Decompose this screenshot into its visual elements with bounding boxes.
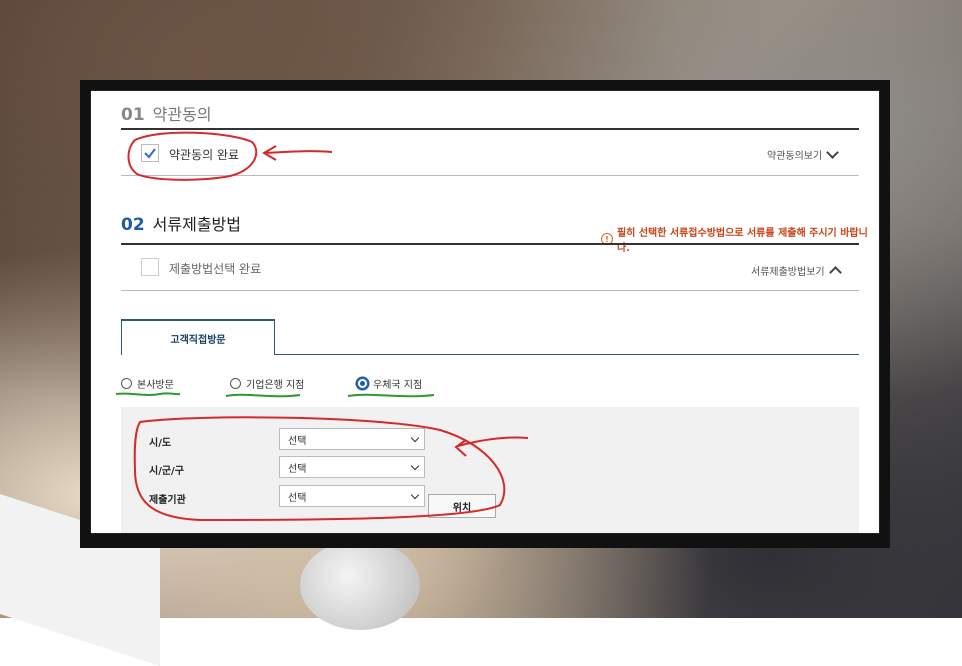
method-view-link[interactable]: 서류제출방법보기 (751, 263, 842, 279)
section-divider (121, 243, 859, 245)
radio-icon-selected (357, 378, 368, 389)
terms-checkbox-label: 약관동의 완료 (169, 148, 240, 162)
field-label-institution: 제출기관 (149, 495, 186, 506)
warning-text: 필히 선택한 서류접수방법으로 서류를 제출해 주시기 바랍니다. (616, 228, 868, 254)
check-icon (144, 148, 156, 159)
section-number: 01 (121, 105, 145, 125)
field-label-province: 시/도 (149, 438, 172, 449)
province-select[interactable]: 선택 (279, 428, 425, 450)
chevron-up-icon (828, 266, 842, 279)
monitor-frame: 01 약관동의 약관동의 완료 약관동의보기 02 서류제출방법 ! 필히 선택… (80, 80, 890, 548)
section-title: 서류제출방법 (152, 215, 241, 234)
section-divider (121, 290, 859, 291)
field-label-city: 시/군/구 (149, 466, 184, 477)
terms-view-label: 약관동의보기 (767, 151, 823, 162)
chevron-down-icon (410, 490, 420, 500)
select-value: 선택 (288, 435, 307, 447)
radio-icon (121, 378, 132, 389)
radio-label: 기업은행 지점 (246, 380, 305, 391)
select-value: 선택 (288, 463, 307, 475)
radio-icon (230, 378, 241, 389)
chevron-down-icon (410, 433, 420, 443)
section-method-header: 02 서류제출방법 (121, 211, 241, 235)
method-checkbox[interactable] (141, 258, 159, 276)
terms-view-link[interactable]: 약관동의보기 (767, 146, 840, 162)
location-button-label: 위치 (452, 502, 472, 514)
tab-label: 고객직접방문 (170, 334, 226, 346)
city-select[interactable]: 선택 (279, 456, 425, 478)
chevron-down-icon (410, 461, 420, 471)
radio-post-office[interactable]: 우체국 지점 (357, 376, 422, 391)
radio-head-office[interactable]: 본사방문 (121, 376, 174, 391)
location-button[interactable]: 위치 (428, 494, 496, 518)
tab-underline (275, 354, 859, 355)
warning-notice: ! 필히 선택한 서류접수방법으로 서류를 제출해 주시기 바랍니다. (601, 224, 879, 254)
section-divider (121, 175, 859, 176)
tab-customer-visit[interactable]: 고객직접방문 (121, 319, 275, 355)
institution-select[interactable]: 선택 (279, 485, 425, 507)
select-value: 선택 (288, 492, 307, 504)
method-checkbox-label: 제출방법선택 완료 (169, 262, 262, 276)
section-divider (121, 128, 859, 130)
radio-label: 본사방문 (137, 380, 174, 391)
background-cup (300, 540, 420, 630)
section-title: 약관동의 (152, 105, 212, 124)
radio-ibk-branch[interactable]: 기업은행 지점 (230, 376, 304, 391)
section-number: 02 (121, 215, 145, 235)
terms-checkbox[interactable] (141, 144, 159, 162)
chevron-down-icon (826, 146, 840, 159)
web-page: 01 약관동의 약관동의 완료 약관동의보기 02 서류제출방법 ! 필히 선택… (90, 90, 880, 534)
radio-label: 우체국 지점 (373, 380, 423, 391)
section-terms-header: 01 약관동의 (121, 101, 212, 125)
method-view-label: 서류제출방법보기 (751, 267, 825, 278)
